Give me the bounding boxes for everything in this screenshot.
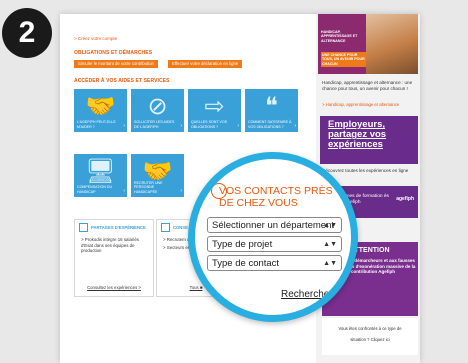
simulate-contribution-button[interactable]: Simuler le montant de votre contribution — [74, 60, 158, 68]
agefiph-logo: agefiph — [396, 196, 414, 202]
promo-photo — [366, 14, 418, 74]
tile-disability-compensation[interactable]: 🖥 COMPENSATION DU HANDICAP › — [74, 154, 127, 197]
create-account-link[interactable]: > Créez votre compte — [74, 36, 117, 41]
chat-icon — [79, 223, 88, 232]
tile-recruit[interactable]: 🤝 RECRUTER UNE PERSONNE HANDICAPÉE › — [131, 154, 184, 197]
apprenticeship-promo[interactable]: HANDICAP, APPRENTISSAGE ET ALTERNANCE UN… — [318, 14, 418, 74]
promo-link[interactable]: > Handicap, apprentissage et alternance — [322, 102, 399, 107]
quote-icon: ❝ — [265, 93, 278, 120]
experience-sharing-card: PARTAGES D'EXPÉRIENCE > Prokodis intègre… — [74, 219, 154, 297]
tile-satisfy-obligations[interactable]: ❝ COMMENT SATISFAIRE À VOS OBLIGATIONS ?… — [245, 89, 298, 132]
step-number-badge: 2 — [2, 8, 52, 58]
experiences-link[interactable]: Consultez les expériences > — [75, 285, 153, 290]
tile-request-aids[interactable]: ⊘ SOLLICITER LES AIDES DE L'AGEFIPH › — [131, 89, 184, 132]
chevron-updown-icon: ▲▼ — [323, 222, 337, 229]
aids-section-title: ACCÉDER À VOS AIDES ET SERVICES — [74, 78, 170, 84]
handshake-icon: 🤝 — [85, 93, 116, 120]
online-declaration-button[interactable]: Effectuer votre déclaration en ligne — [168, 60, 243, 68]
computer-icon: 🖥 — [85, 158, 116, 185]
document-icon — [161, 223, 170, 232]
search-link[interactable]: Rechercher — [281, 289, 333, 300]
attention-footer[interactable]: Vous êtes confrontés à ce type de situat… — [322, 318, 418, 355]
arrow-right-icon: ⇨ — [204, 93, 225, 120]
contact-type-select[interactable]: Type de contact ▲▼ — [207, 255, 342, 271]
experience-item[interactable]: > Prokodis intègre 16 salariés d'Esat da… — [81, 237, 147, 254]
obligations-section-title: OBLIGATIONS ET DÉMARCHES — [74, 50, 153, 56]
chevron-updown-icon: ▲▼ — [323, 260, 337, 267]
project-type-select[interactable]: Type de projet ▲▼ — [207, 236, 342, 252]
tile-agefiph-help[interactable]: 🤝 L'AGEFIPH PEUT-ELLE M'AIDER ? › — [74, 89, 127, 132]
compass-icon: ⊘ — [147, 93, 168, 120]
department-select[interactable]: Sélectionner un département ▲▼ — [207, 217, 342, 233]
employers-experience-panel[interactable]: Employeurs, partagez vos expériences — [320, 116, 418, 164]
magnifier-lens: VOS CONTACTS PRÈS DE CHEZ VOUS Sélection… — [188, 152, 358, 322]
contacts-title: VOS CONTACTS PRÈS DE CHEZ VOUS — [219, 185, 333, 209]
chevron-updown-icon: ▲▼ — [323, 241, 337, 248]
tile-obligations[interactable]: ⇨ QUELLES SONT VOS OBLIGATIONS ? › — [188, 89, 241, 132]
promo-text: Handicap, apprentissage et alternance : … — [322, 80, 413, 91]
employer-panel-text: Découvrez toutes les expériences en lign… — [322, 168, 409, 173]
